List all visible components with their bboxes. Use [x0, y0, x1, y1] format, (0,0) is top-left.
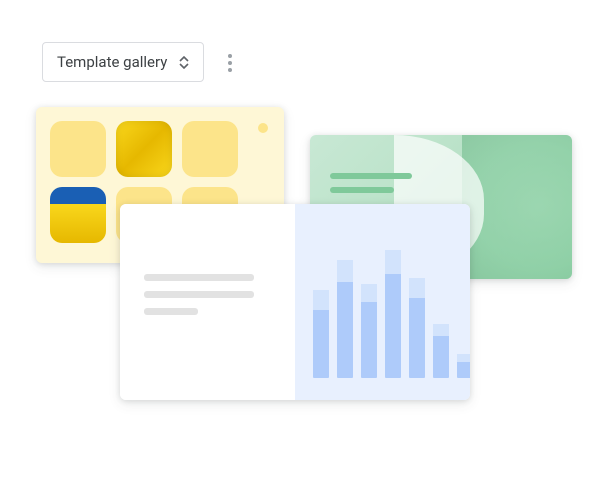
sort-icon	[179, 56, 189, 69]
bar-chart	[313, 250, 470, 378]
yellow-cell	[182, 121, 238, 177]
text-line	[330, 187, 394, 193]
dropdown-label: Template gallery	[57, 53, 167, 71]
bar	[385, 250, 401, 378]
bar	[361, 284, 377, 378]
bar	[409, 278, 425, 378]
blue-chart-panel	[295, 204, 470, 400]
dot-icon	[228, 61, 232, 65]
text-line	[144, 308, 198, 315]
template-card-blue[interactable]	[120, 204, 470, 400]
template-gallery-dropdown[interactable]: Template gallery	[42, 42, 204, 82]
text-line	[144, 274, 254, 281]
bar	[313, 290, 329, 378]
yellow-cell	[50, 121, 106, 177]
bar	[457, 354, 470, 378]
dot-icon	[228, 68, 232, 72]
bar	[433, 324, 449, 378]
dot-icon	[228, 54, 232, 58]
yellow-dot	[258, 123, 268, 133]
more-options-button[interactable]	[228, 54, 232, 72]
text-line	[144, 291, 254, 298]
text-line	[330, 173, 412, 179]
green-text-lines	[330, 173, 412, 201]
yellow-image-cell	[50, 187, 106, 243]
blue-text-panel	[120, 204, 295, 400]
yellow-image-cell	[116, 121, 172, 177]
bar	[337, 260, 353, 378]
